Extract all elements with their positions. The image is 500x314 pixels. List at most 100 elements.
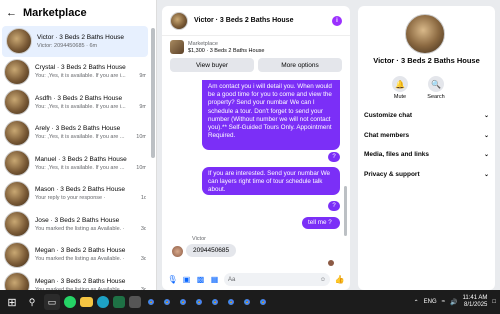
chevron-down-icon: ⌄ — [483, 113, 489, 120]
excel-icon[interactable] — [113, 296, 125, 308]
conversation-item[interactable]: Mason · 3 Beds 2 Baths House Your reply t… — [0, 179, 150, 210]
chat-members-row[interactable]: Chat members ⌄ — [358, 126, 495, 146]
chat-title[interactable]: Victor · 3 Beds 2 Baths House — [194, 17, 326, 24]
conversation-preview: You: ,Yes, it is available. If you are i… — [35, 73, 126, 80]
chat-scrollbar[interactable] — [344, 186, 347, 236]
list-scrollbar[interactable] — [151, 28, 155, 158]
info-icon[interactable]: i — [332, 15, 342, 26]
privacy-support-row[interactable]: Privacy & support ⌄ — [358, 165, 495, 185]
more-options-button[interactable]: More options — [258, 58, 342, 72]
menu-label: Chat members — [364, 131, 410, 139]
marketplace-label: Marketplace — [188, 40, 218, 47]
app-icon[interactable] — [129, 296, 141, 308]
clock-time: 11:41 AM — [462, 295, 488, 301]
conversation-time: 10m — [136, 164, 146, 171]
edge-icon[interactable] — [97, 296, 109, 308]
file-explorer-icon[interactable] — [80, 297, 93, 307]
media-files-links-row[interactable]: Media, files and links ⌄ — [358, 145, 495, 165]
sender-avatar[interactable] — [172, 246, 183, 257]
view-buyer-button[interactable]: View buyer — [170, 58, 254, 72]
conversation-name: Victor · 3 Beds 2 Baths House — [37, 33, 124, 41]
conversation-preview-row: Victor: 2094450685 · 6m — [37, 43, 144, 49]
conversation-text: Mason · 3 Beds 2 Baths House Your reply t… — [35, 186, 146, 201]
conversation-item[interactable]: Victor · 3 Beds 2 Baths House Victor: 209… — [2, 26, 148, 57]
chrome-icon[interactable] — [225, 296, 237, 308]
message-input-placeholder: Aa — [228, 276, 236, 283]
conversation-item[interactable]: Manuel · 3 Beds 2 Baths House You: ,Yes, … — [0, 148, 150, 179]
conversation-preview: You marked the listing as Available. · — [35, 225, 125, 232]
menu-label: Privacy & support — [364, 170, 420, 178]
message-input[interactable]: Aa ☺ — [224, 273, 330, 286]
chrome-icon[interactable] — [145, 296, 157, 308]
chevron-up-icon[interactable]: ⌃ — [414, 299, 419, 306]
left-header: ← Marketplace — [0, 0, 156, 26]
whatsapp-icon[interactable] — [64, 296, 76, 308]
conversation-time: 3d — [140, 225, 146, 232]
gif-icon[interactable]: ▦ — [210, 275, 219, 284]
conversation-item[interactable]: Jose · 3 Beds 2 Baths House You marked th… — [0, 209, 150, 240]
search-icon[interactable]: ⚲ — [24, 294, 40, 310]
conversation-preview: You: ,Yes, it is available. If you are i… — [35, 103, 126, 110]
conversation-list-panel: ← Marketplace Victor · 3 Beds 2 Baths Ho… — [0, 0, 157, 299]
conversation-preview-row: Your reply to your response · 1d — [35, 195, 146, 201]
conversation-thumbnail — [4, 119, 30, 146]
volume-icon[interactable]: 🔊 — [450, 299, 457, 306]
windows-start-icon[interactable]: ⊞ — [4, 294, 20, 310]
photo-icon[interactable]: ▣ — [182, 275, 191, 284]
sticker-icon[interactable]: ▩ — [196, 275, 205, 284]
thumbs-up-icon[interactable]: 👍 — [335, 275, 345, 284]
chrome-icon[interactable] — [209, 296, 221, 308]
chat-info-panel: Victor · 3 Beds 2 Baths House 🔔 Mute 🔍 S… — [358, 6, 495, 290]
clock[interactable]: 11:41 AM 8/1/2025 — [462, 295, 487, 309]
customize-chat-row[interactable]: Customize chat ⌄ — [358, 106, 495, 126]
wifi-icon[interactable]: ≈ — [442, 299, 445, 305]
emoji-icon[interactable]: ☺ — [320, 277, 326, 283]
notifications-icon[interactable]: □ — [492, 299, 496, 305]
conversation-item[interactable]: Megan · 3 Beds 2 Baths HouseYou marked t… — [0, 240, 150, 271]
conversation-item[interactable]: Arely · 3 Beds 2 Baths House You: ,Yes, i… — [0, 118, 150, 149]
chrome-icon[interactable] — [177, 296, 189, 308]
conversation-text: Victor · 3 Beds 2 Baths House Victor: 209… — [37, 34, 144, 49]
conversation-name: Manuel · 3 Beds 2 Baths House — [35, 155, 127, 163]
conversation-preview: Your reply to your response · — [35, 195, 106, 202]
conversation-preview-row: You: ,Yes, it is available. If you are .… — [35, 134, 146, 140]
conversation-name: Jose · 3 Beds 2 Baths House — [35, 216, 120, 224]
seen-indicator-avatar — [328, 260, 334, 266]
info-menu: Customize chat ⌄ Chat members ⌄ Media, f… — [358, 106, 495, 184]
conversation-thumbnail — [6, 28, 32, 55]
listing-avatar[interactable] — [405, 14, 445, 54]
conversation-preview-row: You marked the listing as Available. · 3d — [35, 256, 146, 262]
windows-taskbar: ⊞ ⚲ ▭ ⌃ ENG ≈ 🔊 11:41 AM 8/1/2025 □ — [0, 290, 500, 314]
conversation-item[interactable]: Crystal · 3 Beds 2 Baths House You: ,Yes,… — [0, 57, 150, 88]
menu-label: Media, files and links — [364, 151, 430, 159]
search-icon: 🔍 — [428, 76, 444, 92]
conversation-preview-row: You: ,Yes, it is available. If you are .… — [35, 165, 146, 171]
conversation-preview-row: You: ,Yes, it is available. If you are i… — [35, 73, 146, 79]
chat-panel: Victor · 3 Beds 2 Baths House i Marketpl… — [162, 6, 350, 290]
conversation-thumbnail — [4, 211, 30, 238]
chrome-icon[interactable] — [193, 296, 205, 308]
chrome-icon[interactable] — [257, 296, 269, 308]
listing-thumbnail — [170, 40, 184, 54]
mute-button[interactable]: 🔔 Mute — [388, 76, 412, 100]
chrome-icon[interactable] — [241, 296, 253, 308]
chat-avatar[interactable] — [170, 11, 188, 30]
back-arrow-icon[interactable]: ← — [6, 7, 17, 19]
language-indicator[interactable]: ENG — [424, 299, 437, 305]
listing-actions: View buyer More options — [162, 56, 350, 76]
message-composer: 🎙 ▣ ▩ ▦ Aa ☺ 👍 — [162, 269, 350, 290]
sent-message: ? — [328, 201, 340, 211]
conversation-thumbnail — [4, 89, 30, 116]
task-view-icon[interactable]: ▭ — [44, 294, 60, 310]
conversation-item[interactable]: Asdfh · 3 Beds 2 Baths House You: ,Yes, i… — [0, 87, 150, 118]
microphone-icon[interactable]: 🎙 — [167, 275, 177, 284]
conversation-text: Arely · 3 Beds 2 Baths House You: ,Yes, i… — [35, 125, 146, 140]
conversation-name: Mason · 3 Beds 2 Baths House — [35, 186, 125, 194]
conversation-thumbnail — [4, 58, 30, 85]
search-button[interactable]: 🔍 Search — [424, 76, 448, 100]
chrome-icon[interactable] — [161, 296, 173, 308]
conversation-name: Asdfh · 3 Beds 2 Baths House — [35, 94, 123, 102]
sent-message: If you are interested. Send your numbar … — [202, 167, 340, 195]
conversation-preview: You marked the listing as Available. · — [35, 256, 125, 263]
listing-summary[interactable]: Marketplace $1,300 · 3 Beds 2 Baths Hous… — [162, 36, 350, 56]
